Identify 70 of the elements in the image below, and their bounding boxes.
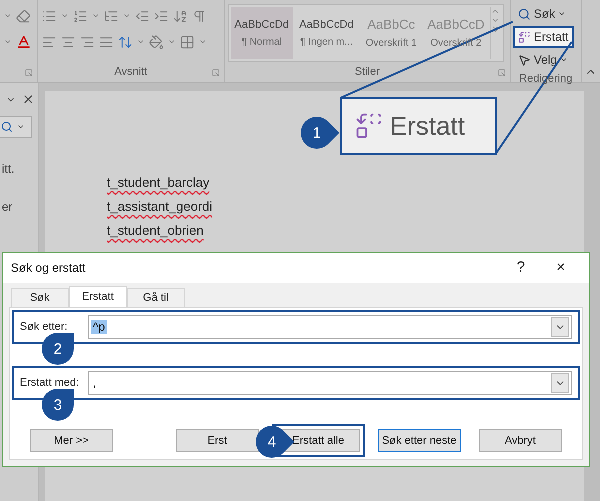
input-field[interactable]: , <box>88 371 572 395</box>
scroll-up-icon[interactable] <box>491 7 500 16</box>
document-line: t_assistant_geordi <box>107 199 213 214</box>
sort-icon[interactable] <box>173 8 188 24</box>
help-button[interactable]: ? <box>501 258 541 278</box>
ribbon-button[interactable]: Velg <box>513 49 574 71</box>
caret-icon[interactable] <box>199 38 207 46</box>
borders-icon[interactable] <box>180 34 195 50</box>
tab[interactable]: Gå til <box>127 288 185 307</box>
caret-icon <box>17 123 25 131</box>
replace-icon <box>354 111 384 141</box>
field-label: Søk etter: <box>20 321 69 333</box>
dialog-launcher-icon[interactable] <box>498 69 506 77</box>
more-icon[interactable] <box>491 25 500 34</box>
dialog-launcher-icon[interactable] <box>25 69 33 77</box>
dialog-button[interactable]: Mer >> <box>30 429 113 452</box>
align-center-icon[interactable] <box>61 34 76 50</box>
group-label: Stiler <box>354 65 382 80</box>
ribbon-button[interactable]: Erstatt <box>513 26 574 48</box>
scroll-down-icon[interactable] <box>491 16 500 25</box>
dialog-launcher-icon[interactable] <box>212 69 220 77</box>
dialog-title: Søk og erstatt <box>11 260 87 275</box>
search-field[interactable] <box>0 116 32 138</box>
dialog-button[interactable]: Avbryt <box>479 429 562 452</box>
caret-icon <box>560 56 568 64</box>
caret-icon[interactable] <box>61 12 69 20</box>
step-badge: 3 <box>42 389 74 421</box>
align-right-icon[interactable] <box>80 34 95 50</box>
search-icon <box>1 121 13 133</box>
step-badge: 2 <box>42 333 74 365</box>
multilevel-list-icon[interactable] <box>104 8 119 24</box>
document-line: t_student_obrien <box>107 223 204 238</box>
tab[interactable]: Søk <box>11 288 69 307</box>
pane-text: er <box>2 200 13 214</box>
eraser-icon[interactable] <box>16 8 31 24</box>
pilcrow-icon[interactable] <box>192 8 207 24</box>
dropdown-button[interactable] <box>551 373 569 393</box>
input-field[interactable]: ^p <box>88 315 572 339</box>
search-icon <box>518 8 531 20</box>
caret-icon[interactable] <box>168 38 176 46</box>
paint-bucket-icon[interactable] <box>149 34 164 50</box>
caret-icon[interactable] <box>4 38 12 46</box>
caret-icon <box>558 10 566 18</box>
line-spacing-icon[interactable] <box>118 34 133 50</box>
style-item[interactable]: AaBbCcDd ¶ Normal <box>231 7 293 59</box>
close-icon[interactable] <box>22 93 35 106</box>
style-item[interactable]: AaBbCcDd ¶ Ingen m... <box>296 7 358 59</box>
pointer-icon <box>518 54 531 66</box>
document-line: t_student_barclay <box>107 175 210 190</box>
caret-icon[interactable] <box>92 12 100 20</box>
style-item[interactable]: AaBbCc Overskrift 1 <box>360 7 422 59</box>
dialog-button[interactable]: Erst <box>176 429 259 452</box>
dropdown-button[interactable] <box>551 317 569 337</box>
pane-text: itt. <box>2 162 15 176</box>
caret-icon[interactable] <box>4 12 12 20</box>
close-button[interactable]: × <box>541 258 581 278</box>
dialog-button[interactable]: Søk etter neste <box>378 429 461 452</box>
numbered-list-icon[interactable] <box>73 8 88 24</box>
field-label: Erstatt med: <box>20 377 80 389</box>
replace-icon <box>518 30 531 44</box>
ribbon-button[interactable]: Søk <box>513 3 572 25</box>
indent-decrease-icon[interactable] <box>135 8 150 24</box>
align-left-icon[interactable] <box>42 34 57 50</box>
indent-increase-icon[interactable] <box>154 8 169 24</box>
font-color-icon[interactable] <box>16 34 32 50</box>
tab[interactable]: Erstatt <box>69 286 127 307</box>
group-label: Avsnitt <box>114 65 148 80</box>
caret-icon[interactable] <box>123 12 131 20</box>
justify-icon[interactable] <box>99 34 114 50</box>
caret-icon[interactable] <box>137 38 145 46</box>
